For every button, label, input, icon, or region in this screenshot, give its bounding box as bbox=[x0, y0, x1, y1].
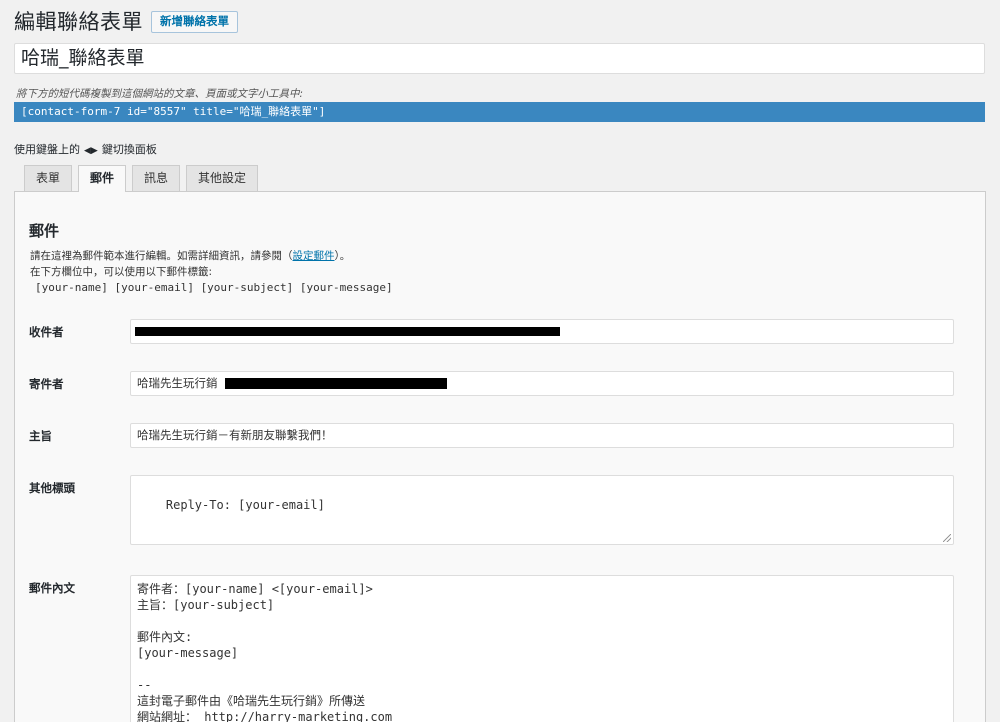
tab-messages[interactable]: 訊息 bbox=[132, 165, 181, 191]
message-body-label: 郵件內文 bbox=[29, 581, 75, 595]
additional-headers-value: Reply-To: [your-email] bbox=[165, 498, 325, 512]
mail-tags-list: [your-name] [your-email] [your-subject] … bbox=[35, 281, 393, 294]
message-body-textarea[interactable]: 寄件者：[your-name] <[your-email]> 主旨：[your-… bbox=[130, 575, 954, 722]
tab-form[interactable]: 表單 bbox=[24, 165, 73, 191]
description-text: 請在這裡為郵件範本進行編輯。如需詳細資訊，請參閱（ bbox=[30, 250, 293, 262]
resize-handle-icon[interactable] bbox=[943, 534, 951, 542]
from-value: 哈瑞先生玩行銷 bbox=[137, 376, 218, 390]
redacted-block bbox=[135, 327, 560, 336]
mail-panel: 郵件 請在這裡為郵件範本進行編輯。如需詳細資訊，請參閱（設定郵件）。 在下方欄位… bbox=[14, 191, 986, 722]
arrow-keys-icon: ◀▶ bbox=[84, 146, 98, 156]
from-input[interactable]: 哈瑞先生玩行銷 bbox=[130, 371, 954, 396]
to-label: 收件者 bbox=[29, 325, 64, 339]
tab-additional-settings[interactable]: 其他設定 bbox=[186, 165, 259, 191]
to-input[interactable] bbox=[130, 319, 954, 344]
keyboard-hint-before: 使用鍵盤上的 bbox=[14, 143, 80, 156]
additional-headers-textarea[interactable]: Reply-To: [your-email] bbox=[130, 475, 954, 545]
add-new-form-button[interactable]: 新增聯絡表單 bbox=[151, 11, 238, 33]
mail-panel-description: 請在這裡為郵件範本進行編輯。如需詳細資訊，請參閱（設定郵件）。 在下方欄位中，可… bbox=[30, 248, 350, 280]
mail-panel-heading: 郵件 bbox=[29, 222, 60, 240]
description-tags-intro: 在下方欄位中，可以使用以下郵件標籤: bbox=[30, 266, 213, 278]
shortcode-hint: 將下方的短代碼複製到這個網站的文章、頁面或文字小工具中: bbox=[16, 88, 304, 100]
setup-mail-link[interactable]: 設定郵件 bbox=[293, 250, 335, 262]
page-title: 編輯聯絡表單 bbox=[14, 10, 143, 34]
subject-label: 主旨 bbox=[29, 429, 52, 443]
from-label: 寄件者 bbox=[29, 377, 64, 391]
redacted-block bbox=[225, 378, 448, 389]
additional-headers-label: 其他標頭 bbox=[29, 481, 75, 495]
page-header: 編輯聯絡表單 新增聯絡表單 bbox=[14, 6, 238, 36]
tab-mail[interactable]: 郵件 bbox=[78, 165, 127, 192]
shortcode-field[interactable]: [contact-form-7 id="8557" title="哈瑞_聯絡表單… bbox=[14, 102, 985, 122]
form-title-input[interactable]: 哈瑞_聯絡表單 bbox=[14, 43, 985, 74]
keyboard-hint: 使用鍵盤上的 ◀▶ 鍵切換面板 bbox=[14, 141, 157, 157]
panel-tabs: 表單 郵件 訊息 其他設定 bbox=[24, 165, 264, 192]
keyboard-hint-after: 鍵切換面板 bbox=[101, 143, 157, 156]
subject-input[interactable]: 哈瑞先生玩行銷－有新朋友聯繫我們！ bbox=[130, 423, 954, 448]
description-text-end: ）。 bbox=[334, 250, 351, 262]
